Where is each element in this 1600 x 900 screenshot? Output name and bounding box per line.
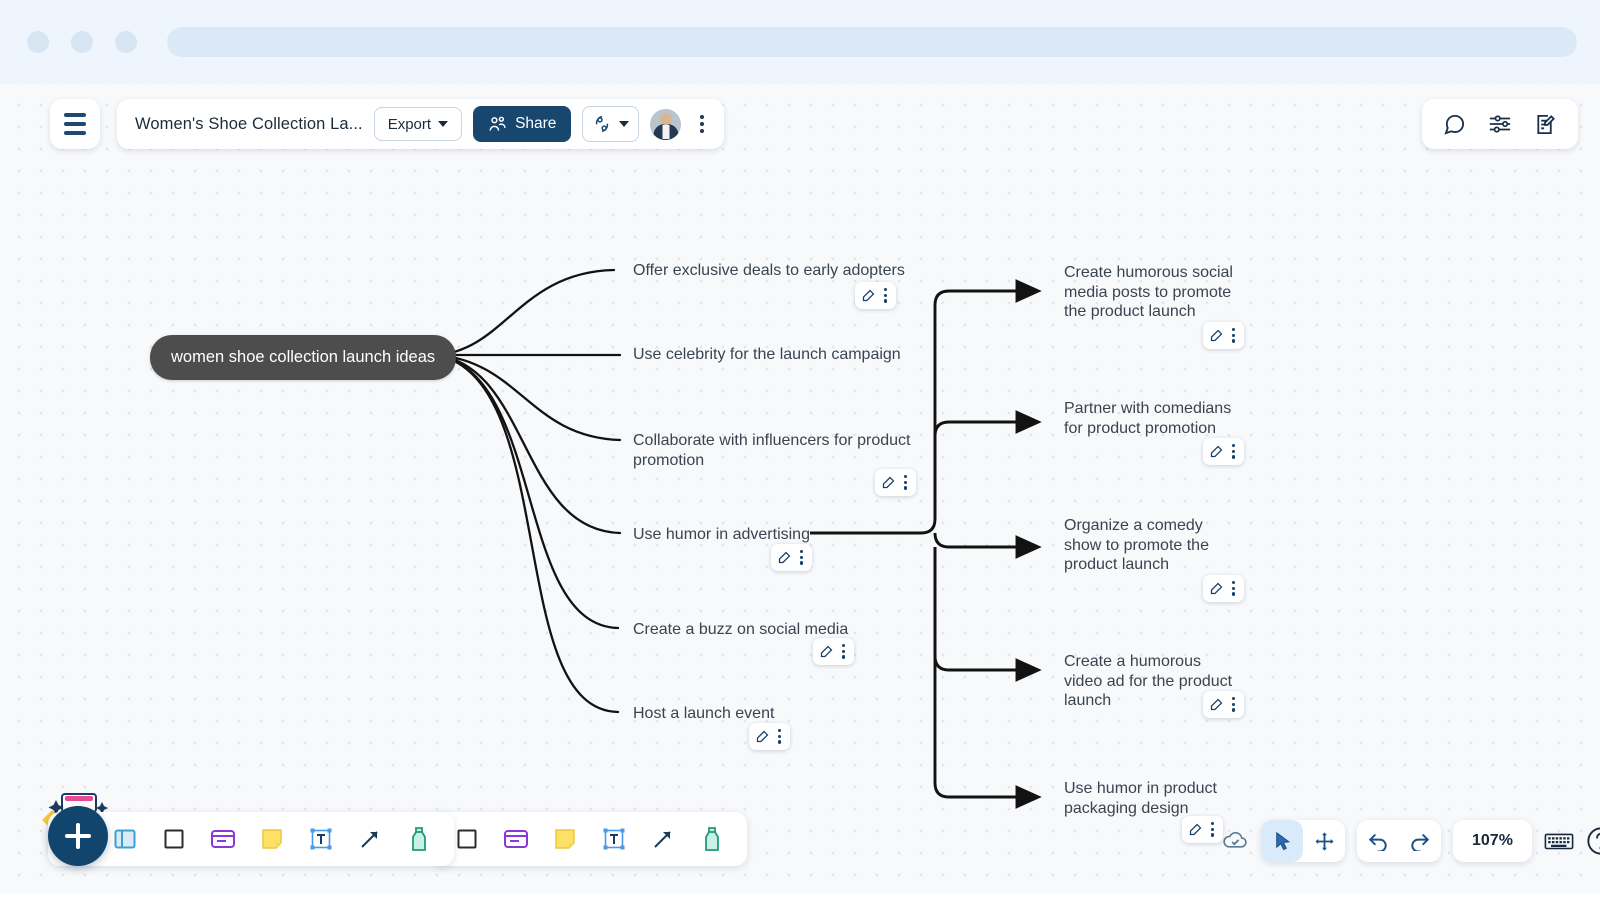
main-menu-button[interactable]	[50, 99, 100, 149]
text-tool-icon[interactable]	[306, 824, 336, 854]
kebab-menu-icon[interactable]	[1228, 694, 1239, 715]
arrow-tool-icon[interactable]	[648, 824, 678, 854]
export-label: Export	[387, 115, 432, 133]
branch-node-5[interactable]: Create a buzz on social media	[633, 620, 893, 640]
sub-node-5[interactable]: Use humor in product packaging design	[1064, 779, 1236, 818]
canvas-controls: 107%	[1222, 820, 1600, 862]
branch-node-3-tools[interactable]	[875, 469, 917, 496]
document-toolbar: Women's Shoe Collection La... Export Sha…	[117, 99, 725, 149]
undo-icon[interactable]	[1357, 820, 1399, 862]
pointer-mode-group	[1261, 820, 1345, 862]
kebab-menu-icon[interactable]	[1228, 325, 1239, 346]
people-icon	[489, 116, 506, 131]
branch-node-1-tools[interactable]	[855, 282, 897, 309]
chevron-down-icon	[438, 121, 449, 127]
sub-node-3-tools[interactable]	[1203, 575, 1245, 602]
edit-pencil-icon[interactable]	[1187, 821, 1204, 838]
branch-node-6[interactable]: Host a launch event	[633, 704, 883, 724]
edit-pencil-icon[interactable]	[818, 643, 835, 660]
sliders-icon[interactable]	[1488, 113, 1512, 135]
shape-tool-icon[interactable]	[452, 824, 482, 854]
edit-pencil-icon[interactable]	[1208, 696, 1225, 713]
share-label: Share	[515, 115, 557, 132]
sub-node-1-tools[interactable]	[1203, 322, 1245, 349]
sticky-note-tool-icon[interactable]	[257, 824, 287, 854]
history-group	[1357, 820, 1441, 862]
kebab-menu-icon[interactable]	[1207, 819, 1218, 840]
text-tool-icon[interactable]	[599, 824, 629, 854]
edit-pencil-icon[interactable]	[880, 474, 897, 491]
sub-node-2-tools[interactable]	[1203, 438, 1245, 465]
branch-node-4-tools[interactable]	[771, 544, 813, 571]
window-close-dot[interactable]	[27, 31, 49, 53]
collaborate-button[interactable]	[582, 106, 640, 142]
kebab-menu-icon[interactable]	[1228, 578, 1239, 599]
avatar-shirt	[662, 124, 670, 139]
sub-node-4-tools[interactable]	[1203, 691, 1245, 718]
kebab-menu-icon[interactable]	[838, 641, 849, 662]
document-title[interactable]: Women's Shoe Collection La...	[135, 115, 363, 134]
window-maximize-dot[interactable]	[115, 31, 137, 53]
edit-pencil-icon[interactable]	[860, 287, 877, 304]
edit-pencil-icon[interactable]	[1208, 327, 1225, 344]
marker-tool-icon[interactable]	[404, 824, 434, 854]
branch-node-2[interactable]: Use celebrity for the launch campaign	[633, 345, 908, 365]
branch-node-6-tools[interactable]	[749, 723, 791, 750]
zoom-level[interactable]: 107%	[1453, 820, 1532, 862]
user-avatar[interactable]	[650, 108, 682, 140]
creation-toolbar-ghost	[432, 812, 747, 866]
board-canvas[interactable]	[0, 84, 1600, 900]
export-button[interactable]: Export	[373, 107, 463, 141]
creation-toolbar	[48, 812, 454, 866]
comment-icon[interactable]	[1443, 113, 1466, 136]
kebab-menu-icon[interactable]	[796, 547, 807, 568]
branch-node-3[interactable]: Collaborate with influencers for product…	[633, 431, 913, 470]
sticky-note-tool-icon[interactable]	[550, 824, 580, 854]
keyboard-shortcuts-icon[interactable]	[1544, 830, 1574, 852]
add-button[interactable]	[48, 806, 108, 866]
branch-node-1[interactable]: Offer exclusive deals to early adopters	[633, 261, 908, 281]
canvas-bottom-edge	[0, 894, 1600, 900]
root-node[interactable]: women shoe collection launch ideas	[150, 335, 457, 380]
arrow-tool-icon[interactable]	[355, 824, 385, 854]
document-more-menu[interactable]	[692, 109, 712, 139]
sub-node-1[interactable]: Create humorous social media posts to pr…	[1064, 263, 1236, 322]
help-question-icon[interactable]	[1586, 826, 1600, 856]
hamburger-icon	[64, 113, 86, 135]
sub-node-3[interactable]: Organize a comedy show to promote the pr…	[1064, 516, 1239, 575]
marker-tool-icon[interactable]	[697, 824, 727, 854]
edit-pencil-icon[interactable]	[776, 549, 793, 566]
board-tools-toolbar	[1422, 99, 1578, 149]
collaborate-icon	[596, 115, 609, 133]
card-tool-icon[interactable]	[501, 824, 531, 854]
window-minimize-dot[interactable]	[71, 31, 93, 53]
branch-node-5-tools[interactable]	[813, 638, 855, 665]
sub-node-5-tools[interactable]	[1182, 816, 1224, 843]
edit-note-icon[interactable]	[1534, 113, 1557, 136]
cloud-saved-icon[interactable]	[1222, 830, 1249, 852]
app-window: women shoe collection launch ideas Offer…	[0, 0, 1600, 900]
share-button[interactable]: Share	[473, 106, 572, 142]
kebab-menu-icon[interactable]	[900, 472, 911, 493]
kebab-menu-icon[interactable]	[1228, 441, 1239, 462]
avatar-head	[659, 112, 672, 125]
edit-pencil-icon[interactable]	[754, 728, 771, 745]
shape-tool-icon[interactable]	[159, 824, 189, 854]
edit-pencil-icon[interactable]	[1208, 580, 1225, 597]
frame-tool-icon[interactable]	[110, 824, 140, 854]
window-controls	[27, 31, 137, 53]
cursor-select-icon[interactable]	[1261, 820, 1303, 862]
pan-move-icon[interactable]	[1303, 820, 1345, 862]
branch-node-4[interactable]: Use humor in advertising	[633, 525, 883, 545]
chevron-down-icon	[619, 121, 630, 127]
address-bar[interactable]	[167, 27, 1577, 57]
kebab-menu-icon[interactable]	[880, 285, 891, 306]
card-tool-icon[interactable]	[208, 824, 238, 854]
kebab-menu-icon[interactable]	[774, 726, 785, 747]
sub-node-2[interactable]: Partner with comedians for product promo…	[1064, 399, 1236, 438]
edit-pencil-icon[interactable]	[1208, 443, 1225, 460]
redo-icon[interactable]	[1399, 820, 1441, 862]
browser-chrome	[0, 0, 1600, 84]
